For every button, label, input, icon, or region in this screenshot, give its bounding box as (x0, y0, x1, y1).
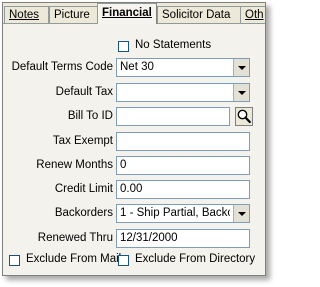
bill-to-id-lookup-button[interactable] (235, 107, 253, 126)
renewed-thru-input[interactable]: 12/31/2000 (116, 229, 250, 248)
backorders-row: Backorders 1 - Ship Partial, Backorders (3, 204, 265, 224)
tab-other[interactable]: Oth (240, 6, 265, 23)
default-tax-row: Default Tax (3, 83, 265, 103)
financial-tab-content: No Statements Default Terms Code Net 30 … (3, 23, 265, 275)
renewed-thru-label: Renewed Thru (37, 232, 113, 244)
magnifier-icon (237, 109, 251, 124)
chevron-down-icon[interactable] (233, 59, 249, 76)
customer-financial-panel: Notes Picture Financial Solicitor Data O… (2, 2, 266, 276)
tax-exempt-input[interactable] (116, 132, 250, 151)
exclude-from-directory-checkbox[interactable] (118, 255, 129, 266)
tab-strip: Notes Picture Financial Solicitor Data O… (3, 3, 265, 25)
tab-solicitor-data-label: Solicitor Data (162, 9, 231, 21)
default-terms-code-value: Net 30 (120, 61, 154, 73)
chevron-down-icon[interactable] (233, 205, 249, 222)
tab-financial[interactable]: Financial (97, 3, 157, 24)
backorders-select[interactable]: 1 - Ship Partial, Backorders (116, 204, 250, 223)
renew-months-input[interactable]: 0 (116, 156, 250, 175)
default-terms-code-row: Default Terms Code Net 30 (3, 58, 265, 78)
renew-months-row: Renew Months 0 (3, 156, 265, 176)
default-tax-select[interactable] (116, 83, 250, 102)
tab-notes[interactable]: Notes (4, 6, 49, 23)
exclude-from-mail-checkbox[interactable] (9, 255, 20, 266)
no-statements-label: No Statements (135, 39, 212, 51)
exclude-from-directory-label: Exclude From Directory (135, 253, 256, 265)
credit-limit-row: Credit Limit 0.00 (3, 180, 265, 200)
tab-solicitor-data[interactable]: Solicitor Data (157, 6, 241, 23)
backorders-label: Backorders (54, 207, 113, 219)
exclude-options-row: Exclude From Mail Exclude From Directory (3, 251, 265, 271)
bill-to-id-label: Bill To ID (67, 110, 113, 122)
default-terms-code-label: Default Terms Code (11, 61, 113, 73)
no-statements-checkbox[interactable] (118, 41, 129, 52)
renewed-thru-row: Renewed Thru 12/31/2000 (3, 229, 265, 249)
bill-to-id-row: Bill To ID (3, 107, 265, 127)
renew-months-label: Renew Months (36, 159, 113, 171)
credit-limit-input[interactable]: 0.00 (116, 180, 250, 199)
no-statements-row: No Statements (3, 37, 265, 57)
tab-picture-label: Picture (54, 9, 90, 21)
bill-to-id-input[interactable] (116, 107, 230, 126)
backorders-value: 1 - Ship Partial, Backorders (120, 207, 230, 219)
tax-exempt-label: Tax Exempt (52, 135, 113, 147)
chevron-down-icon[interactable] (233, 84, 249, 101)
tax-exempt-row: Tax Exempt (3, 132, 265, 152)
exclude-from-mail-label: Exclude From Mail (26, 253, 122, 265)
tab-financial-label: Financial (102, 7, 152, 19)
tab-picture[interactable]: Picture (49, 6, 99, 23)
tab-other-label: Oth (245, 9, 264, 21)
default-terms-code-select[interactable]: Net 30 (116, 58, 250, 77)
credit-limit-label: Credit Limit (54, 183, 113, 195)
tab-notes-label: Notes (9, 9, 40, 21)
default-tax-label: Default Tax (55, 86, 113, 98)
